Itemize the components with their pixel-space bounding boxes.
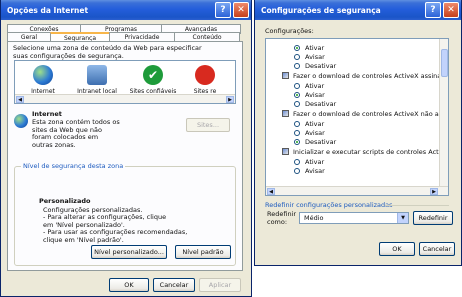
custom-text-2: - Para alterar as configurações, clique …	[43, 213, 167, 229]
radio-icon[interactable]	[294, 53, 300, 60]
cancel-button-right[interactable]: Cancelar	[419, 242, 455, 256]
window-title: Opções da Internet	[7, 5, 89, 15]
settings-group-header: Inicializar e executar scripts de contro…	[282, 147, 448, 156]
custom-level-button[interactable]: Nível personalizado...	[91, 245, 167, 259]
default-level-button[interactable]: Nível padrão	[175, 245, 231, 259]
security-settings-window: Configurações de segurança ? ✕ Configura…	[254, 0, 462, 266]
help-button-right[interactable]: ?	[425, 2, 441, 18]
settings-option[interactable]: Avisar	[294, 90, 325, 99]
close-button-right[interactable]: ✕	[443, 2, 459, 18]
settings-option[interactable]: Avisar	[294, 128, 325, 137]
settings-icon	[282, 110, 289, 117]
help-button[interactable]: ?	[215, 2, 231, 18]
settings-option[interactable]: Avisar	[294, 52, 325, 61]
radio-icon[interactable]	[294, 100, 300, 107]
scroll-right-icon[interactable]: ▶	[430, 188, 438, 195]
reset-separator	[385, 205, 449, 206]
radio-icon[interactable]	[294, 158, 300, 165]
radio-icon[interactable]	[294, 91, 300, 98]
settings-option[interactable]: Ativar	[294, 157, 324, 166]
scroll-thumb[interactable]	[441, 49, 448, 77]
zone-sites-restritos[interactable]: Sites re	[185, 65, 225, 95]
zone-internet[interactable]: Internet	[17, 65, 69, 95]
sites-button[interactable]: Sites...	[186, 118, 230, 132]
settings-group-header: Fazer o download de controles ActiveX as…	[282, 71, 448, 80]
security-level-group: Nível de segurança desta zona Personaliz…	[14, 162, 236, 266]
zone-description-icon	[14, 114, 28, 128]
zone-instructions: Selecione uma zona de conteúdo da Web pa…	[13, 44, 202, 60]
restricted-icon	[195, 65, 215, 85]
radio-icon[interactable]	[294, 44, 300, 51]
zone-description-title: Internet	[32, 110, 62, 118]
settings-icon	[282, 72, 289, 79]
zone-sites-confiaveis[interactable]: ✔ Sites confiáveis	[127, 65, 179, 95]
ok-button[interactable]: OK	[109, 278, 149, 292]
ok-button-right[interactable]: OK	[379, 242, 415, 256]
radio-icon[interactable]	[294, 120, 300, 127]
internet-options-window: Opções da Internet ? ✕ Conexões Programa…	[0, 0, 252, 297]
title-bar: Opções da Internet ? ✕	[1, 0, 251, 20]
settings-option[interactable]: Avisar	[294, 166, 325, 175]
reset-level-select[interactable]: Médio ▼	[299, 212, 409, 224]
settings-label: Configurações:	[265, 27, 314, 35]
cancel-button[interactable]: Cancelar	[153, 278, 195, 292]
settings-option[interactable]: Ativar	[294, 119, 324, 128]
radio-icon[interactable]	[294, 82, 300, 89]
custom-title: Personalizado	[39, 197, 91, 205]
check-icon: ✔	[143, 65, 163, 85]
radio-icon[interactable]	[294, 138, 300, 145]
security-tab-panel: Selecione uma zona de conteúdo da Web pa…	[7, 41, 243, 271]
zone-description-text: Esta zona contém todos os sites da Web q…	[32, 118, 120, 149]
radio-icon[interactable]	[294, 167, 300, 174]
settings-option[interactable]: Ativar	[294, 81, 324, 90]
settings-option[interactable]: Desativar	[294, 61, 336, 70]
settings-option[interactable]: Desativar	[294, 99, 336, 108]
apply-button[interactable]: Aplicar	[199, 278, 241, 292]
chevron-down-icon[interactable]: ▼	[397, 213, 408, 223]
settings-vertical-scrollbar[interactable]	[439, 39, 448, 195]
scroll-left-icon[interactable]: ◀	[267, 188, 275, 195]
radio-icon[interactable]	[294, 129, 300, 136]
scroll-right-icon[interactable]: ▶	[226, 96, 234, 103]
reset-as-label: Redefinir como:	[267, 210, 297, 226]
settings-list[interactable]: Ativar Avisar Desativar Fazer o download…	[265, 38, 449, 196]
settings-group-header: Fazer o download de controles ActiveX nã…	[282, 109, 448, 118]
zone-horizontal-scrollbar[interactable]: ◀ ▶	[15, 94, 235, 103]
settings-option[interactable]: Ativar	[294, 43, 324, 52]
globe-icon	[33, 65, 53, 85]
scroll-left-icon[interactable]: ◀	[16, 96, 24, 103]
security-level-group-title: Nível de segurança desta zona	[21, 162, 126, 170]
zone-intranet-local[interactable]: Intranet local	[71, 65, 123, 95]
reset-button[interactable]: Redefinir	[413, 211, 453, 225]
close-button[interactable]: ✕	[233, 2, 249, 18]
zone-list[interactable]: Internet Intranet local ✔ Sites confiáve…	[14, 60, 236, 104]
title-bar-right: Configurações de segurança ? ✕	[255, 0, 461, 20]
settings-icon	[282, 148, 289, 155]
custom-text-3: - Para usar as configurações recomendada…	[43, 228, 188, 244]
radio-icon[interactable]	[294, 62, 300, 69]
intranet-icon	[87, 65, 107, 85]
settings-option[interactable]: Desativar	[294, 137, 336, 146]
settings-horizontal-scrollbar[interactable]: ◀ ▶	[266, 186, 448, 195]
reset-section-title: Redefinir configurações personalizadas	[265, 201, 393, 209]
security-settings-title: Configurações de segurança	[261, 5, 381, 15]
